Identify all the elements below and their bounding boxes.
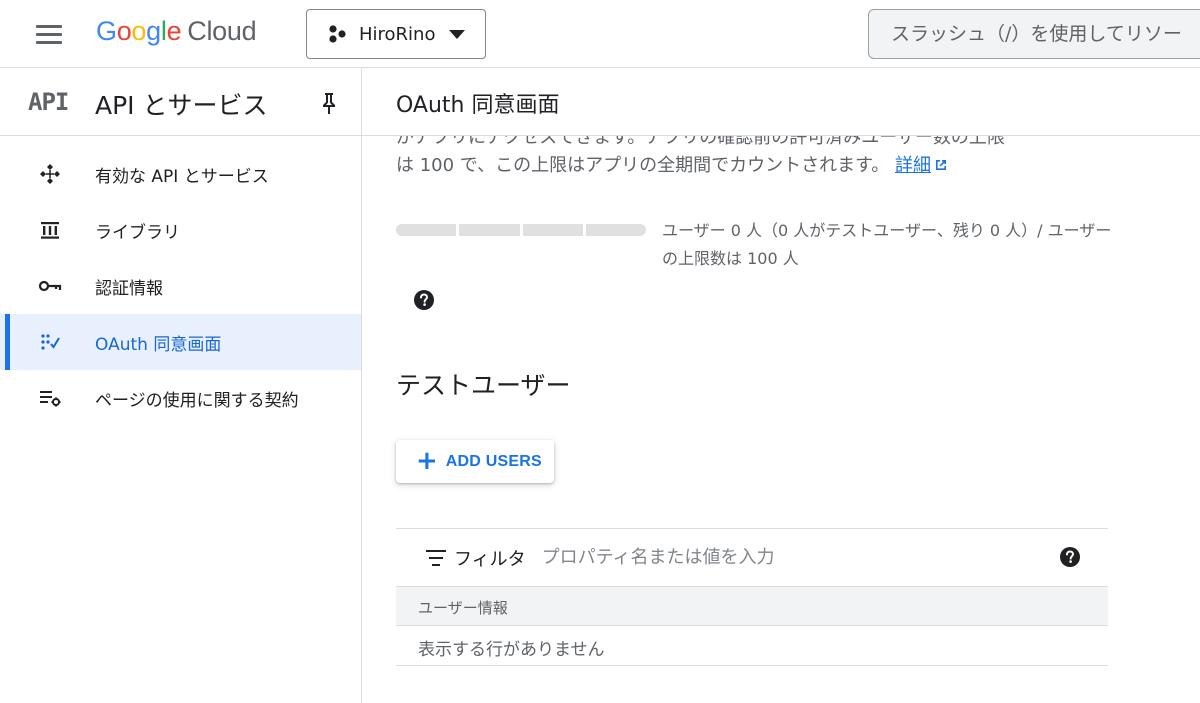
plus-icon: +	[416, 445, 438, 476]
sidebar: API API とサービス 有効な API とサービス ライブラリ 認証情報 O…	[0, 68, 362, 703]
description-line-2: は 100 で、この上限はアプリの全期間でカウントされます。 詳細	[396, 152, 1112, 180]
sidebar-item-label: ページの使用に関する契約	[95, 390, 299, 411]
filter-icon-line	[426, 549, 446, 552]
filter-input[interactable]	[541, 547, 1022, 568]
external-link-icon	[936, 160, 947, 170]
details-link[interactable]: 詳細	[895, 155, 931, 176]
google-logo-letter: o	[116, 16, 132, 46]
sidebar-header: API API とサービス	[0, 68, 361, 136]
add-users-label: ADD USERS	[445, 452, 542, 470]
google-logo-letter: o	[131, 16, 147, 46]
filter-label: フィルタ	[454, 548, 526, 570]
table-header: ユーザー情報	[396, 586, 1108, 626]
menu-icon-line	[36, 40, 62, 44]
settings-list-icon	[37, 386, 63, 410]
description-line: は 100 で、この上限はアプリの全期間でカウントされます。	[396, 155, 890, 176]
menu-icon-line	[36, 24, 62, 28]
table-empty-row: 表示する行がありません	[396, 626, 1108, 666]
empty-table-message: 表示する行がありません	[418, 640, 605, 660]
cloud-logo-text: Cloud	[187, 16, 257, 46]
progress-segment	[585, 224, 646, 236]
progress-segment	[396, 224, 457, 236]
api-nodes-icon	[37, 162, 63, 186]
google-logo-text: Google	[96, 16, 182, 46]
search-input[interactable]	[891, 23, 1200, 45]
filter-bar: フィルタ	[396, 528, 1108, 586]
help-icon[interactable]	[414, 290, 434, 310]
progress-segment	[459, 224, 520, 236]
sidebar-item-credentials[interactable]: 認証情報	[0, 258, 361, 314]
progress-segment	[522, 224, 583, 236]
oauth-consent-icon	[37, 330, 63, 354]
google-logo-letter: G	[96, 16, 117, 46]
main-menu-button[interactable]	[36, 20, 70, 48]
user-cap-progress-bar	[396, 224, 646, 236]
main-header: OAuth 同意画面	[362, 68, 1200, 136]
project-selector-button[interactable]: HiroRino	[306, 9, 486, 59]
sidebar-item-page-usage-agreements[interactable]: ページの使用に関する契約	[0, 370, 361, 426]
filter-icon[interactable]	[426, 549, 446, 566]
page-title: OAuth 同意画面	[396, 93, 560, 118]
google-cloud-logo[interactable]: Google Cloud	[96, 16, 257, 47]
help-icon[interactable]	[1060, 547, 1080, 567]
library-icon	[37, 218, 63, 242]
project-icon	[329, 25, 346, 43]
google-logo-letter: g	[146, 16, 161, 46]
filter-icon-line	[429, 556, 443, 559]
sidebar-title: API とサービス	[95, 91, 268, 120]
google-logo-letter: e	[166, 16, 182, 46]
column-header-user-info[interactable]: ユーザー情報	[418, 597, 508, 618]
filter-icon-line	[432, 563, 440, 566]
sidebar-item-label: 有効な API とサービス	[95, 166, 269, 187]
sidebar-item-label: ライブラリ	[95, 222, 180, 243]
chevron-down-icon	[449, 29, 465, 39]
sidebar-item-enabled-apis[interactable]: 有効な API とサービス	[0, 146, 361, 202]
top-bar: Google Cloud HiroRino	[0, 0, 1200, 68]
project-name: HiroRino	[359, 23, 436, 45]
sidebar-nav: 有効な API とサービス ライブラリ 認証情報 OAuth 同意画面 ページの…	[0, 136, 361, 426]
main-content: OAuth 同意画面 がアプリにアクセスできます。アプリの確認前の許可済みユーザ…	[362, 68, 1200, 703]
sidebar-item-oauth-consent[interactable]: OAuth 同意画面	[0, 314, 361, 370]
sidebar-item-label: OAuth 同意画面	[95, 334, 222, 355]
sidebar-item-label: 認証情報	[95, 278, 163, 299]
api-logo-icon: API	[28, 88, 69, 116]
test-users-heading: テストユーザー	[396, 371, 571, 400]
menu-icon-line	[36, 32, 62, 36]
pin-icon[interactable]	[318, 90, 340, 116]
add-users-button[interactable]: + ADD USERS	[396, 440, 554, 483]
sidebar-item-library[interactable]: ライブラリ	[0, 202, 361, 258]
user-cap-text: ユーザー 0 人（0 人がテストユーザー、残り 0 人）/ ユーザーの上限数は …	[662, 221, 1112, 268]
key-icon	[37, 274, 63, 298]
search-box[interactable]	[868, 9, 1200, 59]
